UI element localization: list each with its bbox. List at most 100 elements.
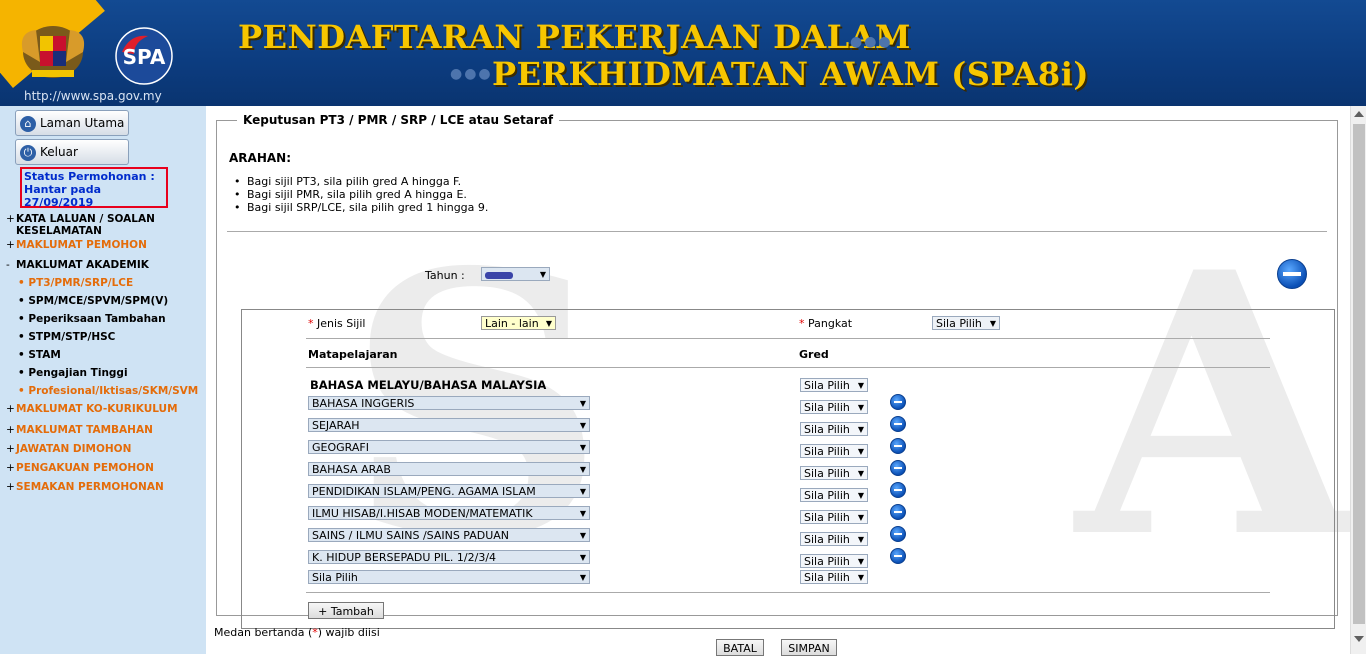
grade-value: Sila Pilih	[804, 467, 850, 480]
header-banner: SPA PENDAFTARAN PEKERJAAN DALAM PERKHIDM…	[0, 0, 1366, 106]
divider	[227, 231, 1327, 232]
sidebar-item-label-cont[interactable]: KESELAMATAN	[16, 225, 102, 237]
scrollbar-thumb[interactable]	[1353, 124, 1365, 624]
grade-select[interactable]: Sila Pilih ▼	[800, 570, 868, 584]
sidebar-subitem-stam[interactable]: • STAM	[18, 349, 61, 361]
home-button[interactable]: ⌂ Laman Utama	[15, 110, 129, 136]
subject-select[interactable]: BAHASA ARAB ▼	[308, 462, 590, 476]
subject-value: BAHASA INGGERIS	[312, 397, 415, 410]
expand-icon: +	[6, 239, 15, 251]
scroll-up-arrow-icon[interactable]	[1354, 111, 1364, 117]
grade-value: Sila Pilih	[804, 489, 850, 502]
grade-select[interactable]: Sila Pilih ▼	[800, 466, 868, 480]
sidebar-subitem-peperiksaan-tambahan[interactable]: • Peperiksaan Tambahan	[18, 313, 166, 325]
sidebar-item-label: MAKLUMAT KO-KURIKULUM	[16, 403, 178, 415]
subject-select[interactable]: SEJARAH ▼	[308, 418, 590, 432]
sidebar-subitem-pt3[interactable]: • PT3/PMR/SRP/LCE	[18, 277, 133, 289]
sidebar-item-kata-laluan[interactable]: +KATA LALUAN / SOALAN	[6, 213, 155, 225]
expand-icon: +	[6, 443, 15, 455]
collapse-icon: -	[6, 259, 10, 271]
site-title-line1: PENDAFTARAN PEKERJAAN DALAM	[238, 18, 911, 56]
remove-subject-icon[interactable]	[890, 416, 906, 432]
grade-value: Sila Pilih	[804, 423, 850, 436]
sidebar-item-maklumat-tambahan[interactable]: +MAKLUMAT TAMBAHAN	[6, 424, 153, 436]
expand-icon: +	[6, 424, 15, 436]
subject-select[interactable]: SAINS / ILMU SAINS /SAINS PADUAN ▼	[308, 528, 590, 542]
sidebar-subitem-label: STPM/STP/HSC	[28, 331, 116, 343]
sidebar-item-ko-kurikulum[interactable]: +MAKLUMAT KO-KURIKULUM	[6, 403, 178, 415]
grade-value: Sila Pilih	[804, 533, 850, 546]
required-fields-note: Medan bertanda (*) wajib diisi	[214, 626, 380, 639]
grade-select[interactable]: Sila Pilih ▼	[800, 532, 868, 546]
subject-select[interactable]: K. HIDUP BERSEPADU PIL. 1/2/3/4 ▼	[308, 550, 590, 564]
remove-subject-icon[interactable]	[890, 438, 906, 454]
divider	[306, 592, 1270, 593]
remove-subject-icon[interactable]	[890, 504, 906, 520]
sidebar-item-label: KATA LALUAN / SOALAN	[16, 213, 155, 225]
sidebar-item-semakan-permohonan[interactable]: +SEMAKAN PERMOHONAN	[6, 481, 164, 493]
sidebar-subitem-label: Pengajian Tinggi	[28, 367, 128, 379]
jenis-sijil-select[interactable]: Lain - lain ▼	[481, 316, 556, 330]
subject-value: GEOGRAFI	[312, 441, 369, 454]
remove-record-icon[interactable]	[1277, 259, 1307, 289]
grade-value: Sila Pilih	[804, 555, 850, 568]
subject-select[interactable]: PENDIDIKAN ISLAM/PENG. AGAMA ISLAM ▼	[308, 484, 590, 498]
grade-select[interactable]: Sila Pilih ▼	[800, 378, 868, 392]
divider	[306, 338, 1270, 339]
fixed-subject: BAHASA MELAYU/BAHASA MALAYSIA	[310, 378, 547, 392]
grade-select[interactable]: Sila Pilih ▼	[800, 400, 868, 414]
logout-button[interactable]: ⏻ Keluar	[15, 139, 129, 165]
subject-value: SEJARAH	[312, 419, 360, 432]
subject-value: BAHASA ARAB	[312, 463, 391, 476]
cancel-button[interactable]: BATAL	[716, 639, 764, 656]
note-text: Medan bertanda (	[214, 626, 313, 639]
remove-subject-icon[interactable]	[890, 460, 906, 476]
fieldset-legend: Keputusan PT3 / PMR / SRP / LCE atau Set…	[237, 113, 560, 127]
site-url: http://www.spa.gov.my	[24, 89, 162, 103]
subject-select[interactable]: GEOGRAFI ▼	[308, 440, 590, 454]
grade-select[interactable]: Sila Pilih ▼	[800, 554, 868, 568]
grade-value: Sila Pilih	[804, 511, 850, 524]
subject-grade-panel: * Jenis Sijil Lain - lain ▼ * Pangkat Sil…	[241, 309, 1335, 629]
remove-subject-icon[interactable]	[890, 394, 906, 410]
sidebar-item-maklumat-pemohon[interactable]: +MAKLUMAT PEMOHON	[6, 239, 147, 251]
required-marker: *	[799, 317, 805, 330]
subject-value: Sila Pilih	[312, 571, 358, 584]
sidebar-subitem-profesional[interactable]: • Profesional/Iktisas/SKM/SVM	[18, 385, 198, 397]
jenis-sijil-text: Jenis Sijil	[317, 317, 366, 330]
tahun-select[interactable]: ▼	[481, 267, 550, 281]
subject-select[interactable]: ILMU HISAB/I.HISAB MODEN/MATEMATIK ▼	[308, 506, 590, 520]
remove-subject-icon[interactable]	[890, 548, 906, 564]
sidebar-subitem-label: SPM/MCE/SPVM/SPM(V)	[28, 295, 169, 307]
sidebar-subitem-spm[interactable]: • SPM/MCE/SPVM/SPM(V)	[18, 295, 168, 307]
add-subject-button[interactable]: + Tambah	[308, 602, 384, 619]
subject-select[interactable]: Sila Pilih ▼	[308, 570, 590, 584]
subject-value: K. HIDUP BERSEPADU PIL. 1/2/3/4	[312, 551, 497, 564]
sidebar-item-jawatan-dimohon[interactable]: +JAWATAN DIMOHON	[6, 443, 131, 455]
sidebar-item-maklumat-akademik[interactable]: - MAKLUMAT AKADEMIK	[6, 259, 149, 271]
malaysia-coat-of-arms-logo	[21, 26, 85, 78]
pangkat-select[interactable]: Sila Pilih ▼	[932, 316, 1000, 330]
subject-select[interactable]: BAHASA INGGERIS ▼	[308, 396, 590, 410]
remove-subject-icon[interactable]	[890, 482, 906, 498]
remove-subject-icon[interactable]	[890, 526, 906, 542]
grade-value: Sila Pilih	[804, 571, 850, 584]
sidebar-subitem-label: STAM	[28, 349, 61, 361]
grade-select[interactable]: Sila Pilih ▼	[800, 510, 868, 524]
expand-icon: +	[6, 403, 15, 415]
grade-select[interactable]: Sila Pilih ▼	[800, 422, 868, 436]
instruction-item: Bagi sijil PMR, sila pilih gred A hingga…	[234, 188, 467, 201]
expand-icon: +	[6, 213, 15, 225]
subject-value: ILMU HISAB/I.HISAB MODEN/MATEMATIK	[312, 507, 533, 520]
sidebar-item-label: MAKLUMAT AKADEMIK	[16, 259, 149, 271]
sidebar-item-pengakuan-pemohon[interactable]: +PENGAKUAN PEMOHON	[6, 462, 154, 474]
grade-select[interactable]: Sila Pilih ▼	[800, 488, 868, 502]
sidebar-subitem-pengajian-tinggi[interactable]: • Pengajian Tinggi	[18, 367, 128, 379]
scroll-down-arrow-icon[interactable]	[1354, 636, 1364, 642]
sidebar-subitem-stpm[interactable]: • STPM/STP/HSC	[18, 331, 115, 343]
sidebar-item-label: JAWATAN DIMOHON	[16, 443, 132, 455]
save-button[interactable]: SIMPAN	[781, 639, 837, 656]
grade-select[interactable]: Sila Pilih ▼	[800, 444, 868, 458]
logout-button-label: Keluar	[40, 145, 78, 159]
vertical-scrollbar[interactable]	[1350, 106, 1366, 654]
